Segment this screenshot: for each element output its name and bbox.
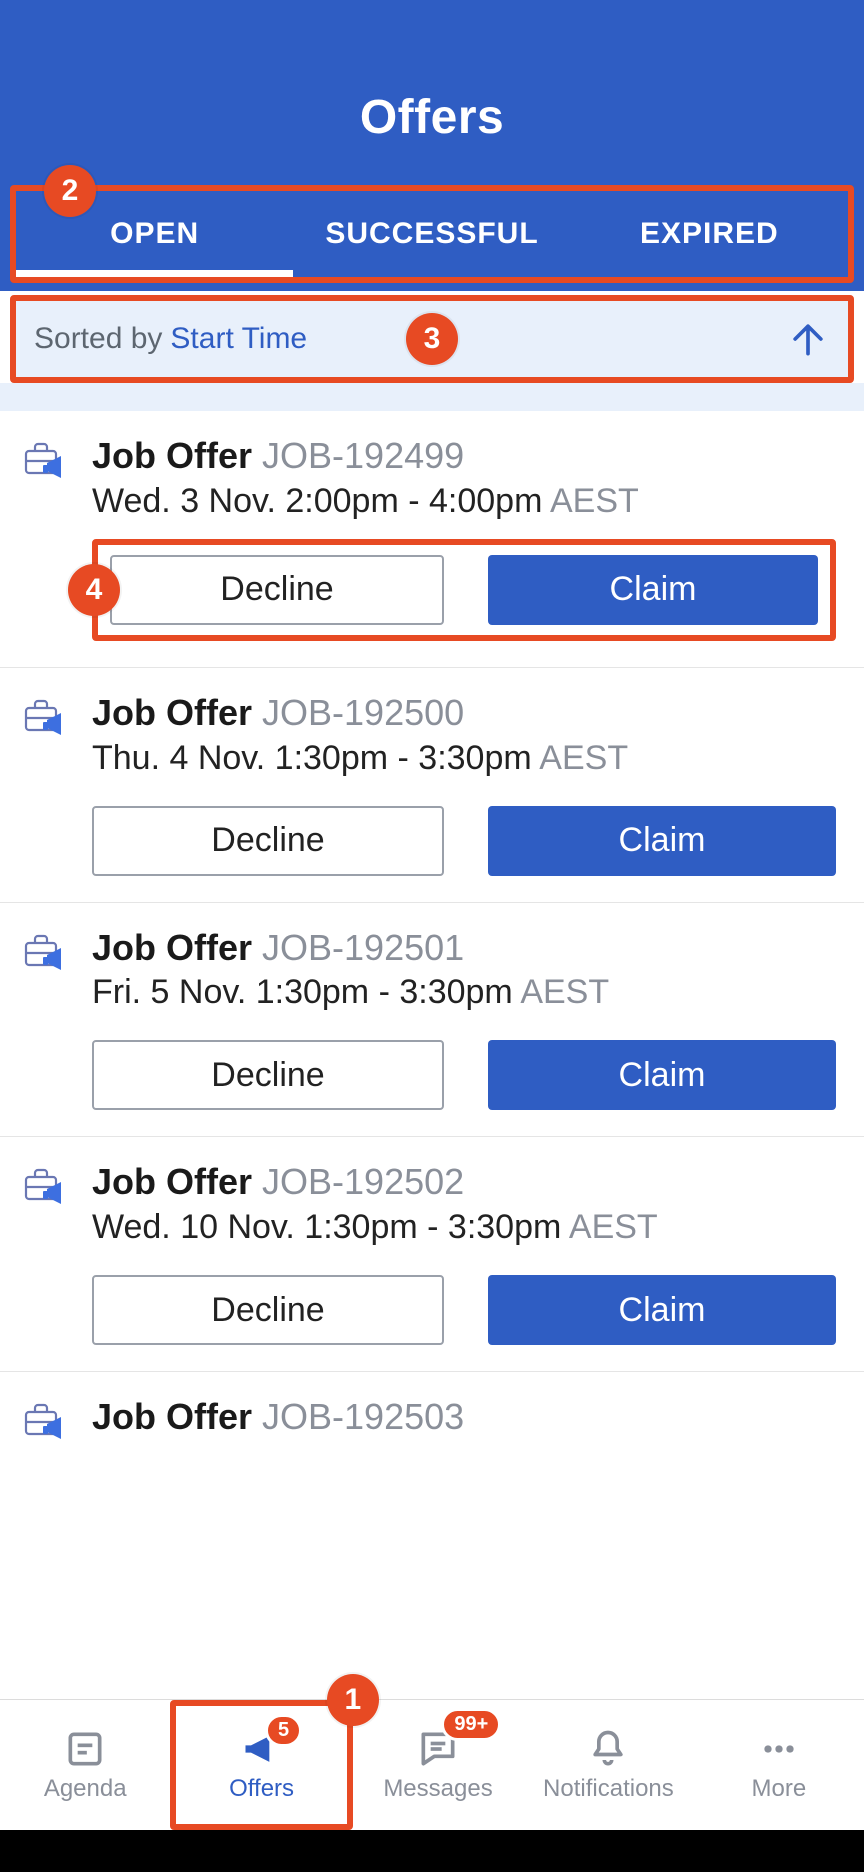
offer-id: JOB-192503: [262, 1396, 464, 1437]
job-offer-icon: [22, 925, 92, 1111]
messages-badge: 99+: [441, 1708, 501, 1741]
offer-item[interactable]: Job Offer JOB-192503: [0, 1372, 864, 1479]
job-offer-icon: [22, 1394, 92, 1453]
annotation-2: 2: [44, 165, 96, 217]
bottom-nav: Agenda 1 5 Offers 99+ Messages Notificat…: [0, 1699, 864, 1872]
offer-id: JOB-192501: [262, 927, 464, 968]
sort-prefix: Sorted by: [34, 322, 162, 356]
annotation-4: 4: [68, 564, 120, 616]
offer-item[interactable]: Job Offer JOB-192501 Fri. 5 Nov. 1:30pm …: [0, 903, 864, 1138]
offer-id: JOB-192500: [262, 692, 464, 733]
offer-id: JOB-192499: [262, 435, 464, 476]
home-indicator-bar: [0, 1830, 864, 1872]
offer-item[interactable]: Job Offer JOB-192499 Wed. 3 Nov. 2:00pm …: [0, 411, 864, 668]
page-title: Offers: [0, 90, 864, 185]
decline-button[interactable]: Decline: [92, 1275, 444, 1345]
offer-item[interactable]: Job Offer JOB-192500 Thu. 4 Nov. 1:30pm …: [0, 668, 864, 903]
offer-title: Job Offer: [92, 927, 252, 968]
job-offer-icon: [22, 1159, 92, 1345]
nav-label: More: [751, 1775, 806, 1803]
offer-tz: AEST: [550, 482, 639, 520]
offer-title: Job Offer: [92, 1396, 252, 1437]
offer-actions-highlight: 4 Decline Claim: [92, 539, 836, 641]
nav-messages[interactable]: 99+ Messages: [353, 1700, 523, 1830]
nav-agenda[interactable]: Agenda: [0, 1700, 170, 1830]
nav-label: Notifications: [543, 1775, 674, 1803]
offer-item[interactable]: Job Offer JOB-192502 Wed. 10 Nov. 1:30pm…: [0, 1137, 864, 1372]
offer-tz: AEST: [539, 739, 628, 777]
annotation-3: 3: [406, 313, 458, 365]
offer-tz: AEST: [569, 1208, 658, 1246]
sort-direction-icon[interactable]: [786, 317, 830, 361]
sort-field: Start Time: [170, 322, 307, 356]
annotation-1: 1: [327, 1674, 379, 1726]
nav-notifications[interactable]: Notifications: [523, 1700, 693, 1830]
offer-time: Wed. 3 Nov. 2:00pm - 4:00pm: [92, 482, 542, 520]
decline-button[interactable]: Decline: [110, 555, 444, 625]
offer-time: Fri. 5 Nov. 1:30pm - 3:30pm: [92, 973, 513, 1011]
claim-button[interactable]: Claim: [488, 1040, 836, 1110]
offer-title: Job Offer: [92, 435, 252, 476]
offers-list: Job Offer JOB-192499 Wed. 3 Nov. 2:00pm …: [0, 411, 864, 1699]
bell-icon: [586, 1727, 630, 1771]
offer-tz: AEST: [520, 973, 609, 1011]
sort-bar-container: 3 Sorted by Start Time: [10, 295, 854, 383]
offer-time: Thu. 4 Nov. 1:30pm - 3:30pm: [92, 739, 532, 777]
job-offer-icon: [22, 690, 92, 876]
claim-button[interactable]: Claim: [488, 1275, 836, 1345]
more-icon: [757, 1727, 801, 1771]
header: Offers 2 OPEN SUCCESSFUL EXPIRED: [0, 0, 864, 291]
nav-label: Messages: [383, 1775, 492, 1803]
offer-id: JOB-192502: [262, 1161, 464, 1202]
offers-badge: 5: [265, 1714, 302, 1747]
tab-expired[interactable]: EXPIRED: [571, 191, 848, 277]
agenda-icon: [63, 1727, 107, 1771]
nav-offers[interactable]: 1 5 Offers: [170, 1700, 352, 1830]
nav-label: Agenda: [44, 1775, 127, 1803]
offer-title: Job Offer: [92, 1161, 252, 1202]
tab-successful[interactable]: SUCCESSFUL: [293, 191, 570, 277]
decline-button[interactable]: Decline: [92, 806, 444, 876]
claim-button[interactable]: Claim: [488, 806, 836, 876]
gap: [0, 383, 864, 411]
decline-button[interactable]: Decline: [92, 1040, 444, 1110]
nav-more[interactable]: More: [694, 1700, 864, 1830]
offer-title: Job Offer: [92, 692, 252, 733]
nav-label: Offers: [229, 1775, 294, 1803]
offer-time: Wed. 10 Nov. 1:30pm - 3:30pm: [92, 1208, 561, 1246]
claim-button[interactable]: Claim: [488, 555, 818, 625]
tabs-container: 2 OPEN SUCCESSFUL EXPIRED: [10, 185, 854, 283]
